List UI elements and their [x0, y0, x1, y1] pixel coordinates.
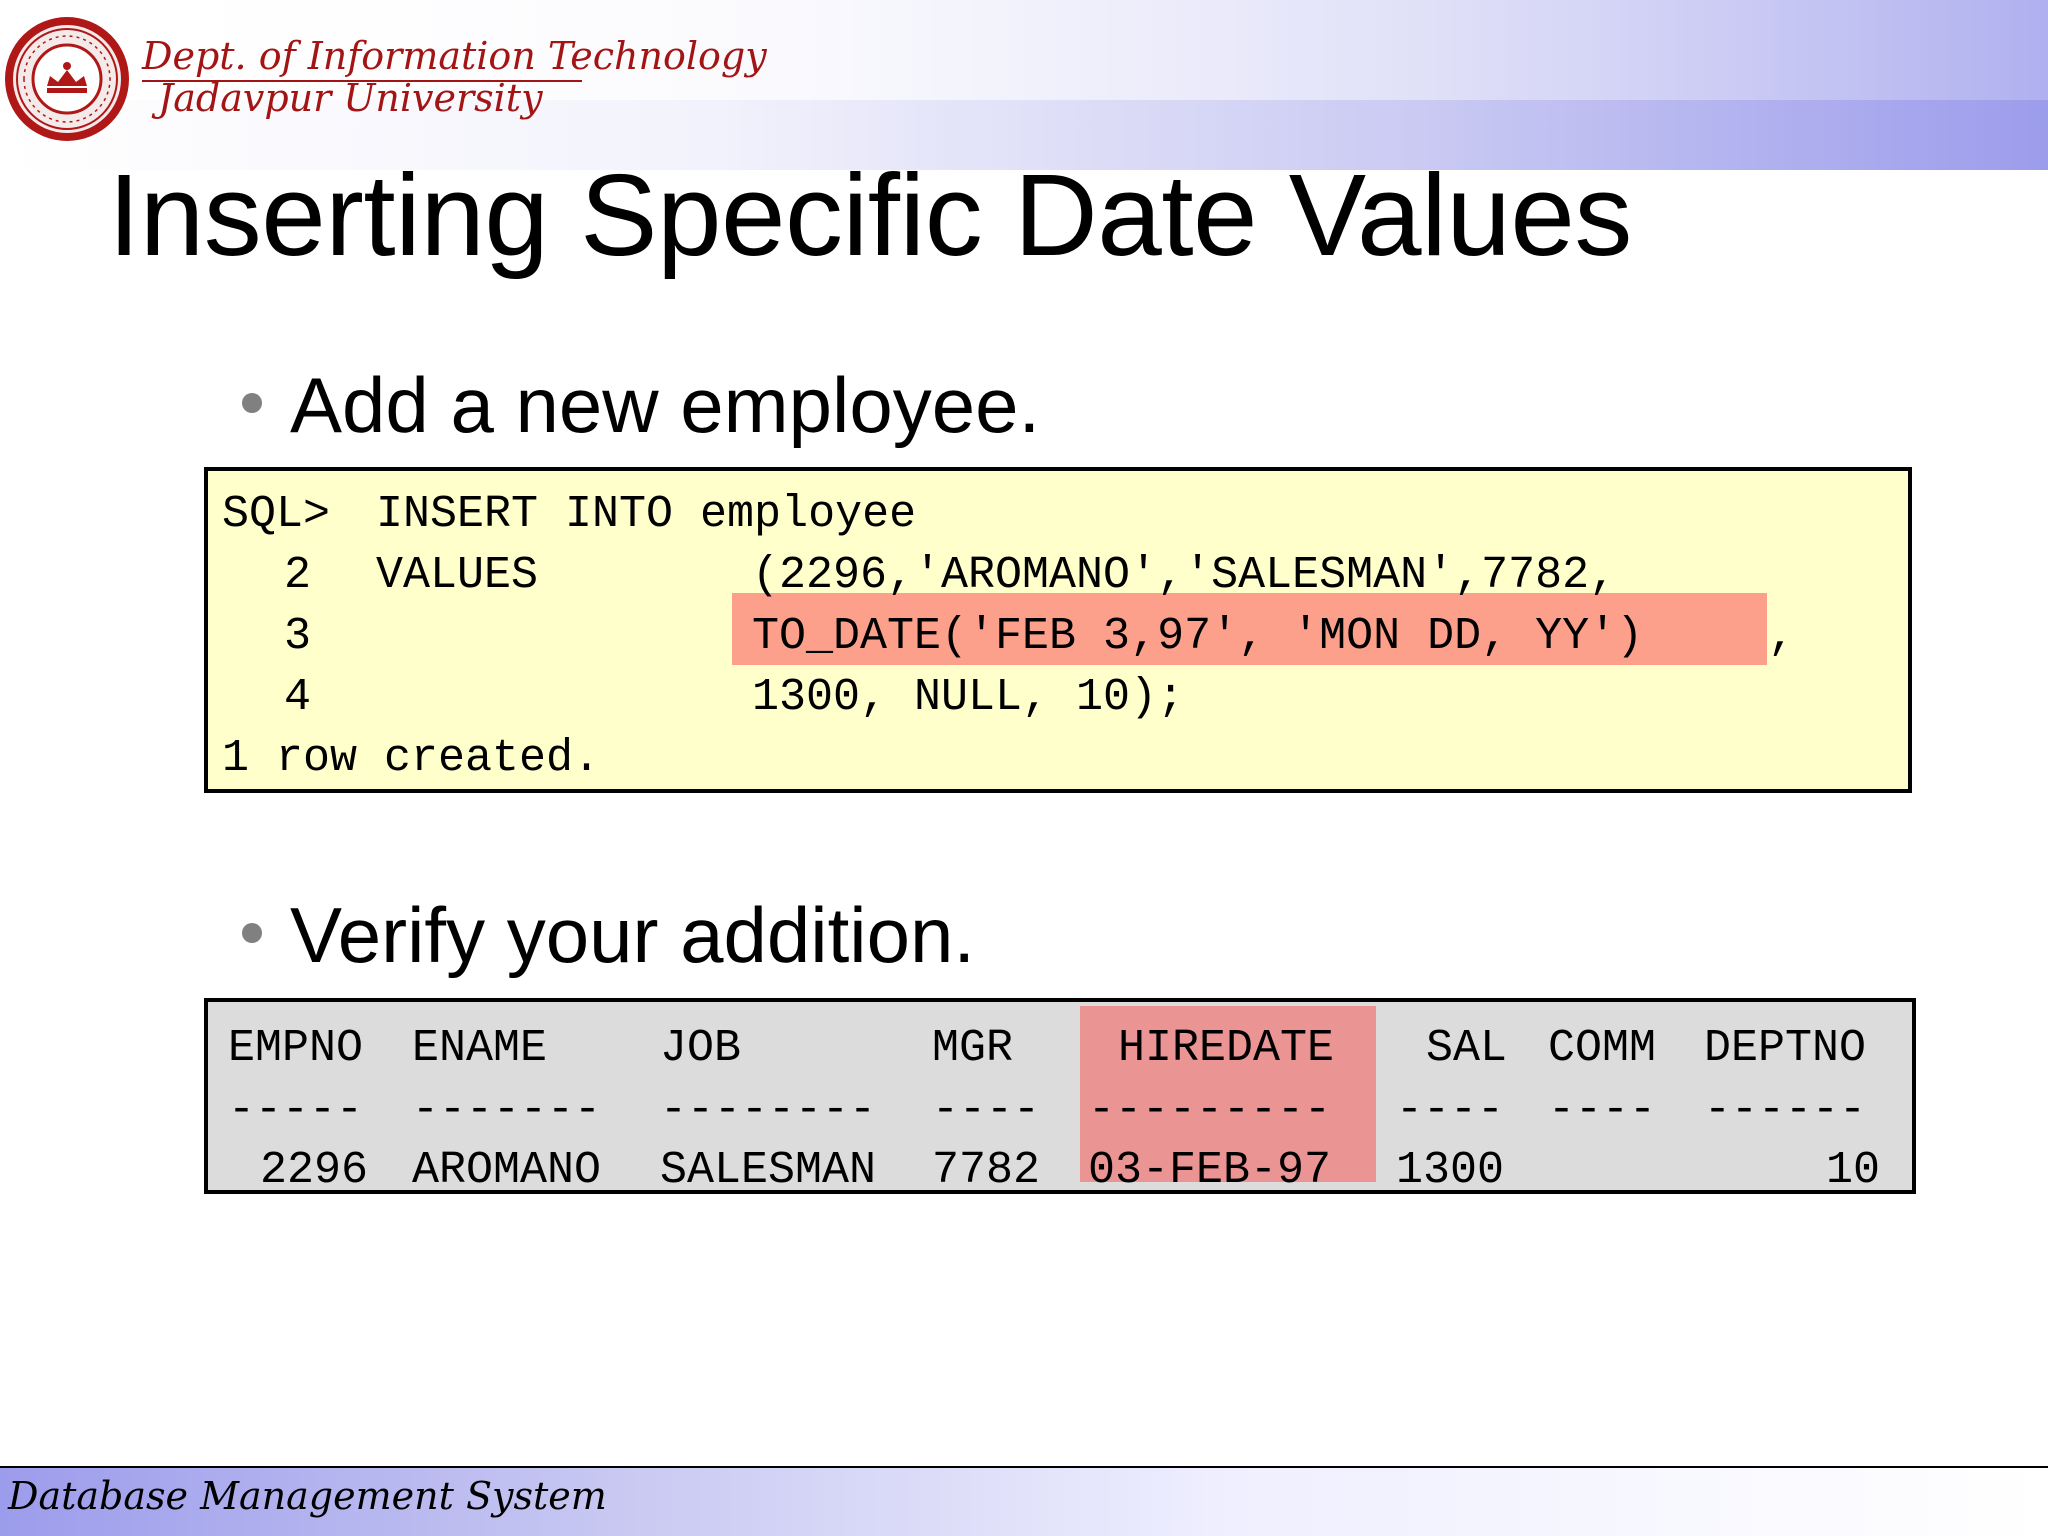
bullet-text: Add a new employee.	[290, 361, 1041, 449]
sql-values-part3: 1300, NULL, 10);	[752, 672, 1185, 723]
sql-trailing-comma: ,	[1768, 611, 1796, 662]
cell-job: SALESMAN	[660, 1145, 877, 1196]
sql-result-message: 1 row created.	[222, 733, 601, 784]
cell-deptno: 10	[1826, 1145, 1881, 1196]
cell-ename: AROMANO	[412, 1145, 602, 1196]
university-name: Jadavpur University	[158, 76, 543, 120]
department-name: Dept. of Information Technology	[142, 34, 767, 78]
column-separator: ------	[1704, 1085, 1867, 1136]
sql-line-1: INSERT INTO employee	[376, 489, 917, 540]
column-header-ename: ENAME	[412, 1023, 548, 1074]
bullet-add-employee: Add a new employee.	[242, 360, 1040, 451]
slide-title: Inserting Specific Date Values	[108, 150, 1632, 280]
line-number-3: 3	[284, 611, 312, 662]
column-header-mgr: MGR	[932, 1023, 1014, 1074]
cell-sal: 1300	[1396, 1145, 1505, 1196]
column-separator: --------	[660, 1085, 877, 1136]
column-header-sal: SAL	[1426, 1023, 1508, 1074]
cell-empno: 2296	[260, 1145, 369, 1196]
column-header-job: JOB	[660, 1023, 742, 1074]
cell-mgr: 7782	[932, 1145, 1041, 1196]
column-header-comm: COMM	[1548, 1023, 1657, 1074]
column-header-empno: EMPNO	[228, 1023, 364, 1074]
university-seal-icon	[5, 17, 129, 141]
column-separator: ----	[1396, 1085, 1505, 1136]
bullet-verify-addition: Verify your addition.	[242, 890, 975, 981]
column-header-deptno: DEPTNO	[1704, 1023, 1867, 1074]
bullet-dot-icon	[242, 393, 262, 414]
sql-values-keyword: VALUES	[376, 550, 539, 601]
sql-values-part1: (2296,'AROMANO','SALESMAN',7782,	[752, 550, 1617, 601]
cell-hiredate: 03-FEB-97	[1088, 1145, 1332, 1196]
column-separator: ----	[932, 1085, 1041, 1136]
footer-course-name: Database Management System	[8, 1474, 607, 1518]
bullet-dot-icon	[242, 923, 262, 944]
column-header-hiredate: HIREDATE	[1118, 1023, 1335, 1074]
column-separator: ---------	[1088, 1085, 1332, 1136]
column-separator: -----	[228, 1085, 364, 1136]
sql-prompt: SQL>	[222, 489, 331, 540]
column-separator: -------	[412, 1085, 602, 1136]
sql-to-date-call: TO_DATE('FEB 3,97', 'MON DD, YY')	[752, 611, 1644, 662]
line-number-4: 4	[284, 672, 312, 723]
line-number-2: 2	[284, 550, 312, 601]
bullet-text: Verify your addition.	[290, 891, 976, 979]
column-separator: ----	[1548, 1085, 1657, 1136]
